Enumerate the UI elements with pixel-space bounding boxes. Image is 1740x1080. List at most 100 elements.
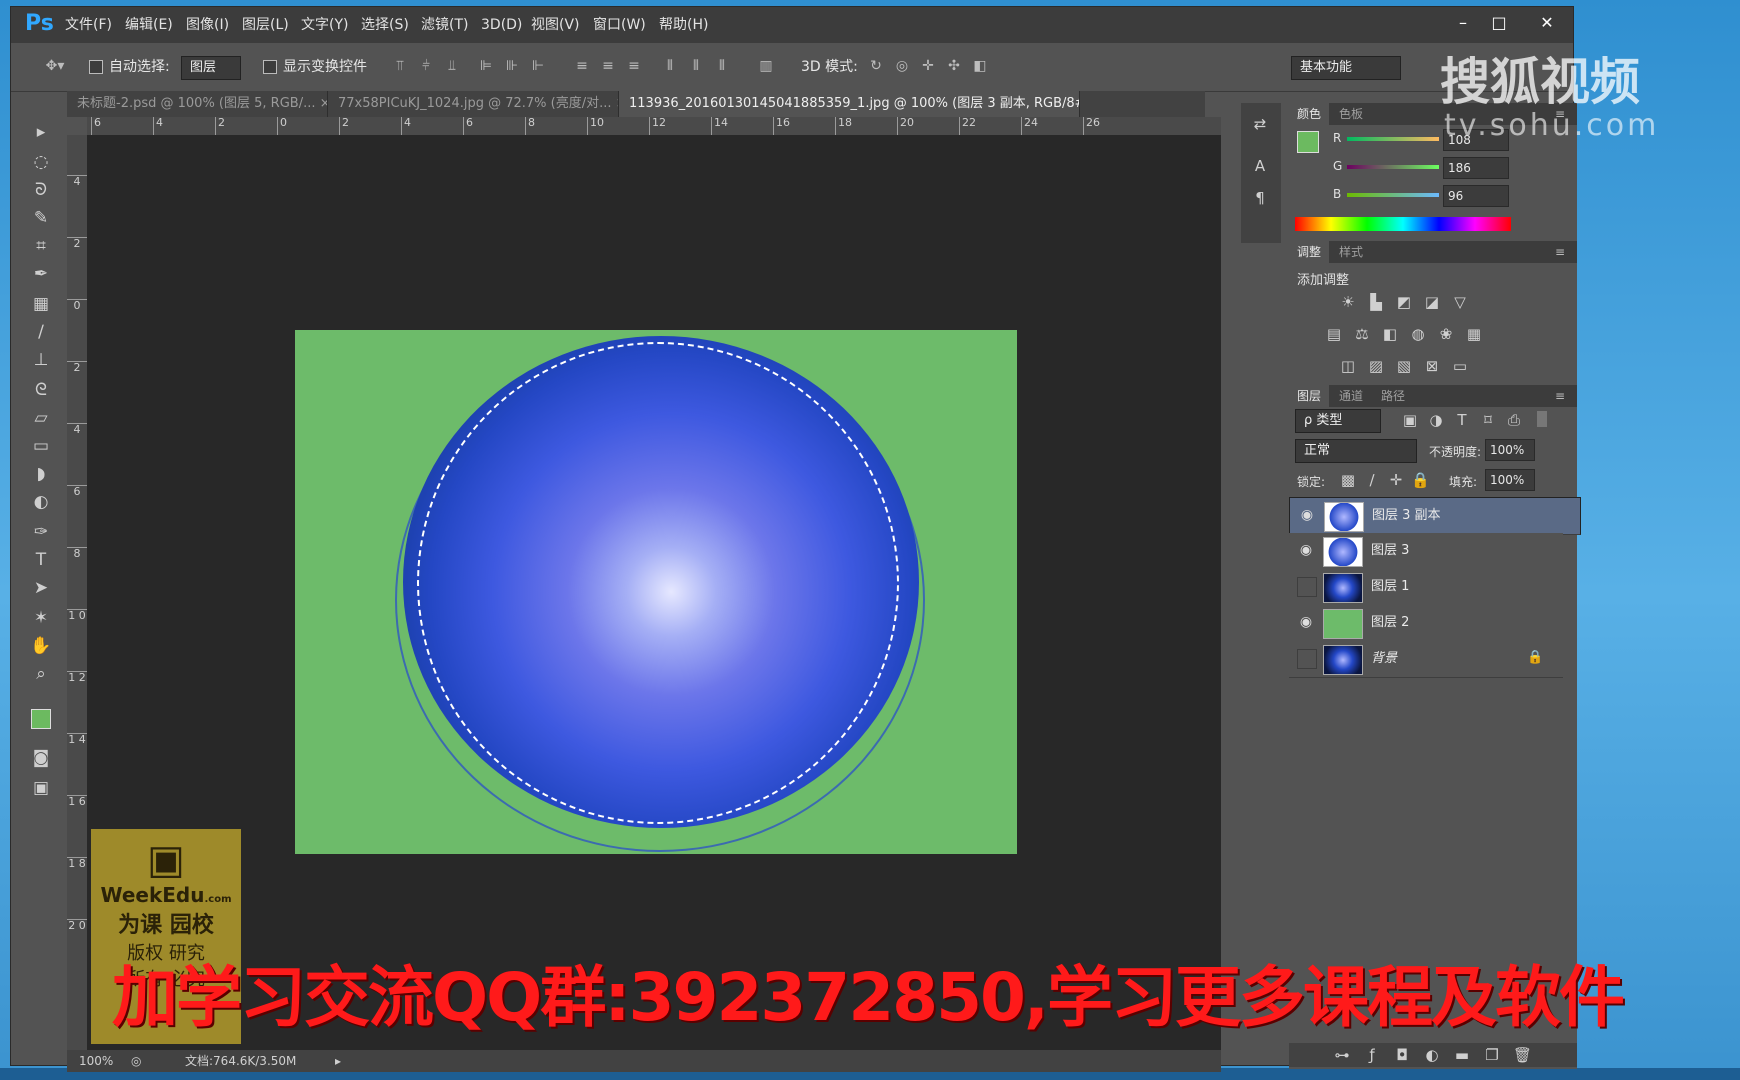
visibility-eye-icon[interactable]: ◉ bbox=[1297, 613, 1315, 631]
brush-tool-icon[interactable]: ∕ bbox=[21, 317, 61, 347]
tab-paths[interactable]: 路径 bbox=[1373, 385, 1413, 407]
filter-adjustment-icon[interactable]: ◑ bbox=[1427, 411, 1445, 429]
quick-select-tool-icon[interactable]: ✎ bbox=[21, 203, 61, 233]
hue-saturation-icon[interactable]: ▤ bbox=[1325, 325, 1343, 343]
tab-color[interactable]: 颜色 bbox=[1289, 103, 1330, 125]
menu-3d[interactable]: 3D(D) bbox=[481, 7, 522, 43]
tab-channels[interactable]: 通道 bbox=[1331, 385, 1371, 407]
screen-mode-icon[interactable]: ▣ bbox=[21, 773, 61, 803]
layer-name[interactable]: 图层 2 bbox=[1371, 605, 1409, 641]
tab-untitled-2[interactable]: 未标题-2.psd @ 100% (图层 5, RGB/... × bbox=[67, 91, 328, 117]
minimize-button[interactable]: – bbox=[1445, 9, 1481, 37]
tab-77x58[interactable]: 77x58PICuKJ_1024.jpg @ 72.7% (亮度/对... × bbox=[328, 91, 619, 117]
path-select-icon[interactable]: ➤ bbox=[21, 573, 61, 603]
layer-name[interactable]: 图层 1 bbox=[1371, 569, 1409, 605]
channel-r-slider[interactable] bbox=[1347, 137, 1439, 141]
align-right-icon[interactable]: ⊩ bbox=[529, 57, 547, 75]
curves-icon[interactable]: ◩ bbox=[1395, 293, 1413, 311]
channel-b-slider[interactable] bbox=[1347, 193, 1439, 197]
fill-input[interactable]: 100% bbox=[1485, 469, 1535, 491]
brightness-icon[interactable]: ☀ bbox=[1339, 293, 1357, 311]
tab-styles[interactable]: 样式 bbox=[1331, 241, 1371, 263]
photo-filter-icon[interactable]: ◍ bbox=[1409, 325, 1427, 343]
blend-mode-dropdown[interactable]: 正常 bbox=[1295, 439, 1417, 463]
align-bottom-icon[interactable]: ⫫ bbox=[443, 57, 461, 75]
zoom-tool-icon[interactable]: ⌕ bbox=[21, 659, 61, 689]
crop-tool-icon[interactable]: ⌗ bbox=[21, 231, 61, 261]
tab-adjustments[interactable]: 调整 bbox=[1289, 241, 1330, 263]
exposure-icon[interactable]: ◪ bbox=[1423, 293, 1441, 311]
menu-layer[interactable]: 图层(L) bbox=[242, 7, 289, 43]
distribute-hcenter-icon[interactable]: ⦀ bbox=[687, 57, 705, 75]
layer-filter-dropdown[interactable]: ρ 类型 bbox=[1295, 409, 1381, 433]
menu-help[interactable]: 帮助(H) bbox=[659, 7, 708, 43]
3d-slide-icon[interactable]: ✣ bbox=[945, 57, 963, 75]
type-tool-icon[interactable]: T bbox=[21, 545, 61, 575]
opacity-input[interactable]: 100% bbox=[1485, 439, 1535, 461]
layer-name[interactable]: 图层 3 bbox=[1371, 533, 1409, 569]
distribute-bottom-icon[interactable]: ≡ bbox=[625, 57, 643, 75]
align-vcenter-icon[interactable]: ⫩ bbox=[417, 57, 435, 75]
marquee-tool-icon[interactable]: ◌ bbox=[21, 147, 61, 177]
levels-icon[interactable]: ▙ bbox=[1367, 293, 1385, 311]
3d-scale-icon[interactable]: ◧ bbox=[971, 57, 989, 75]
distribute-vcenter-icon[interactable]: ≡ bbox=[599, 57, 617, 75]
workspace-dropdown[interactable]: 基本功能 bbox=[1291, 56, 1401, 80]
visibility-eye-icon[interactable]: ◉ bbox=[1297, 541, 1315, 559]
gradient-tool-icon[interactable]: ▭ bbox=[21, 431, 61, 461]
canvas-area[interactable]: ▣ WeekEdu.com 为课 园校 版权 研究 所有 必究 bbox=[87, 135, 1221, 1050]
layer-row[interactable]: ◉ 图层 3 bbox=[1289, 533, 1563, 570]
history-brush-icon[interactable]: ᘓ bbox=[21, 375, 61, 405]
menu-type[interactable]: 文字(Y) bbox=[301, 7, 348, 43]
filter-toggle[interactable] bbox=[1537, 411, 1547, 427]
new-group-icon[interactable]: ▬ bbox=[1453, 1046, 1471, 1064]
3d-roll-icon[interactable]: ◎ bbox=[893, 57, 911, 75]
eyedropper-tool-icon[interactable]: ✒ bbox=[21, 259, 61, 289]
new-layer-icon[interactable]: ❐ bbox=[1483, 1046, 1501, 1064]
paragraph-panel-icon[interactable]: ¶ bbox=[1251, 189, 1269, 207]
show-transform-checkbox[interactable]: 显示变换控件 bbox=[263, 43, 367, 91]
visibility-empty-icon[interactable] bbox=[1297, 577, 1317, 597]
status-menu-arrow-icon[interactable]: ▸ bbox=[335, 1050, 341, 1072]
auto-align-icon[interactable]: ▥ bbox=[757, 57, 775, 75]
zoom-level[interactable]: 100% bbox=[79, 1050, 113, 1072]
layer-row[interactable]: 图层 1 bbox=[1289, 569, 1563, 606]
menu-view[interactable]: 视图(V) bbox=[531, 7, 580, 43]
selective-color-icon[interactable]: ⊠ bbox=[1423, 357, 1441, 375]
3d-rotate-icon[interactable]: ↻ bbox=[867, 57, 885, 75]
menu-edit[interactable]: 编辑(E) bbox=[125, 7, 173, 43]
filter-type-icon[interactable]: T bbox=[1453, 411, 1471, 429]
blur-tool-icon[interactable]: ◗ bbox=[21, 459, 61, 489]
shape-tool-icon[interactable]: ✶ bbox=[21, 603, 61, 633]
channel-mixer-icon[interactable]: ❀ bbox=[1437, 325, 1455, 343]
filter-shape-icon[interactable]: ⌑ bbox=[1479, 411, 1497, 429]
tab-layers[interactable]: 图层 bbox=[1289, 385, 1330, 407]
history-panel-icon[interactable]: ⇄ bbox=[1251, 115, 1269, 133]
panel-menu-icon[interactable]: ≡ bbox=[1555, 385, 1565, 407]
link-layers-icon[interactable]: ⊶ bbox=[1333, 1046, 1351, 1064]
distribute-right-icon[interactable]: ⦀ bbox=[713, 57, 731, 75]
layer-row[interactable]: ◉ 图层 3 副本 bbox=[1289, 497, 1581, 535]
selection-marquee[interactable] bbox=[417, 342, 899, 824]
lock-position-icon[interactable]: ✛ bbox=[1387, 471, 1405, 489]
stamp-tool-icon[interactable]: ⊥ bbox=[21, 345, 61, 375]
menu-image[interactable]: 图像(I) bbox=[186, 7, 229, 43]
move-tool-icon[interactable]: ▸ bbox=[21, 117, 61, 147]
character-panel-icon[interactable]: A bbox=[1251, 157, 1269, 175]
fx-icon[interactable]: ƒ bbox=[1363, 1046, 1381, 1064]
color-balance-icon[interactable]: ⚖ bbox=[1353, 325, 1371, 343]
menu-select[interactable]: 选择(S) bbox=[361, 7, 409, 43]
menu-filter[interactable]: 滤镜(T) bbox=[421, 7, 468, 43]
threshold-icon[interactable]: ▧ bbox=[1395, 357, 1413, 375]
menu-window[interactable]: 窗口(W) bbox=[593, 7, 646, 43]
filter-pixel-icon[interactable]: ▣ bbox=[1401, 411, 1419, 429]
color-lookup-icon[interactable]: ▦ bbox=[1465, 325, 1483, 343]
dodge-tool-icon[interactable]: ◐ bbox=[21, 487, 61, 517]
align-top-icon[interactable]: ⫪ bbox=[391, 57, 409, 75]
channel-g-value[interactable]: 186 bbox=[1443, 157, 1509, 179]
color-spectrum[interactable] bbox=[1295, 217, 1511, 231]
black-white-icon[interactable]: ◧ bbox=[1381, 325, 1399, 343]
layer-row[interactable]: ◉ 图层 2 bbox=[1289, 605, 1563, 642]
visibility-empty-icon[interactable] bbox=[1297, 649, 1317, 669]
vibrance-icon[interactable]: ▽ bbox=[1451, 293, 1469, 311]
